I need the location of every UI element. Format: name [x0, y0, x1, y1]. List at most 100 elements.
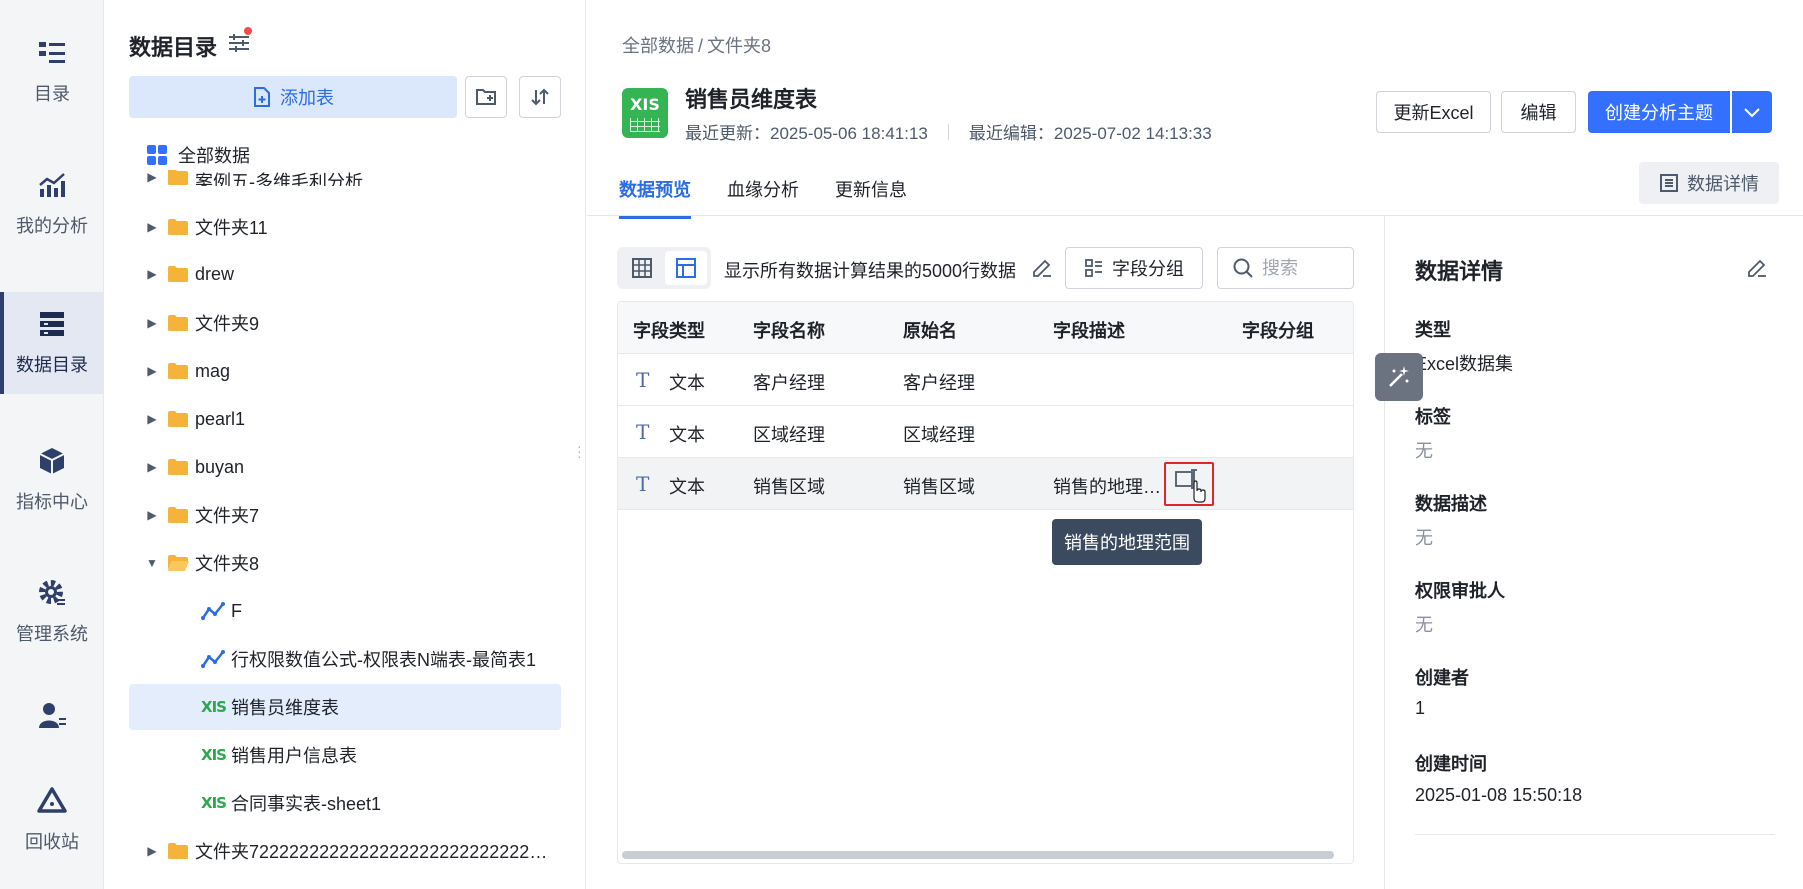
- cell-original: 区域经理: [903, 425, 975, 445]
- data-details-button[interactable]: 数据详情: [1639, 162, 1779, 204]
- tree-root-all-data[interactable]: 全部数据: [146, 142, 250, 168]
- tree-analysis-item[interactable]: F: [129, 588, 561, 634]
- magic-wand-icon: [1389, 366, 1409, 387]
- edit-button[interactable]: 编辑: [1501, 91, 1576, 133]
- tree-row-label: 文件夹7222222222222222222222222222222: [195, 842, 555, 862]
- chart-icon: [37, 170, 67, 200]
- cell-desc[interactable]: 销售的地理…: [1053, 473, 1161, 499]
- tree-row-label: 销售用户信息表: [231, 746, 357, 766]
- ai-assistant-button[interactable]: [1375, 353, 1423, 401]
- grid-view-button[interactable]: [621, 251, 663, 285]
- field-group-button[interactable]: 字段分组: [1065, 247, 1203, 289]
- list-detail-icon: [1660, 174, 1678, 192]
- text-cursor-icon: [1175, 469, 1206, 503]
- nav-item-data-catalog[interactable]: 数据目录: [0, 292, 104, 394]
- nav-item-metric-center[interactable]: 指标中心: [0, 430, 104, 530]
- row-count-info: 显示所有数据计算结果的5000行数据: [724, 261, 1017, 281]
- tree-folder-item[interactable]: ▶ 文件夹7: [129, 492, 561, 538]
- nav-item-my-analysis[interactable]: 我的分析: [0, 154, 104, 254]
- detail-value-type: Excel数据集: [1415, 354, 1514, 374]
- column-header[interactable]: 原始名: [903, 317, 957, 343]
- panel-resize-handle[interactable]: · · ·: [577, 439, 582, 463]
- tree-folder-item[interactable]: ▶ 文件夹9: [129, 300, 561, 346]
- nav-label: 我的分析: [16, 216, 88, 236]
- tab-lineage[interactable]: 血缘分析: [727, 176, 799, 216]
- tree-excel-item-selected[interactable]: XIS 销售员维度表: [129, 684, 561, 730]
- data-details-label: 数据详情: [1687, 174, 1759, 194]
- add-table-button[interactable]: 添加表: [129, 76, 457, 118]
- field-group-label: 字段分组: [1112, 259, 1184, 279]
- update-excel-button[interactable]: 更新Excel: [1376, 91, 1491, 133]
- detail-label-type: 类型: [1415, 320, 1451, 340]
- main-content: 全部数据 / 文件夹8 XIS 销售员维度表 最近更新：2025-05-06 18:…: [587, 0, 1803, 889]
- tree-root-label: 全部数据: [178, 146, 250, 166]
- field-group-icon: [1085, 259, 1102, 277]
- gear-icon: [37, 578, 67, 608]
- column-header[interactable]: 字段描述: [1053, 317, 1125, 343]
- table-row[interactable]: T 文本 客户经理 客户经理: [618, 354, 1353, 406]
- tree-folder-item[interactable]: ▶ buyan: [129, 444, 561, 490]
- caret-down-icon: ▼: [146, 556, 158, 570]
- tree-folder-item[interactable]: ▶ mag: [129, 348, 561, 394]
- tree-folder-item[interactable]: ▶ drew: [129, 251, 561, 297]
- cell-name: 区域经理: [753, 425, 825, 445]
- tree-folder-item[interactable]: ▶ 文件夹11: [129, 204, 561, 250]
- column-header[interactable]: 字段类型: [633, 317, 705, 343]
- detail-label-tags: 标签: [1415, 407, 1451, 427]
- tree-row-label: 合同事实表-sheet1: [231, 794, 382, 814]
- nav-item-admin[interactable]: 管理系统: [0, 562, 104, 662]
- folder-icon: [168, 507, 188, 523]
- nav-item-recycle[interactable]: 回收站: [0, 770, 104, 870]
- edit-pencil-icon[interactable]: [1745, 256, 1769, 280]
- folder-icon: [168, 411, 188, 427]
- caret-right-icon: ▶: [147, 267, 157, 281]
- folder-icon: [168, 843, 188, 859]
- cell-type: 文本: [669, 373, 705, 393]
- panel-title: 数据目录: [129, 35, 218, 60]
- tree-row-label: 文件夹8: [195, 554, 260, 574]
- create-analysis-dropdown[interactable]: [1732, 91, 1772, 133]
- tree-folder-item[interactable]: ▶ 文件夹7222222222222222222222222222222: [129, 828, 561, 874]
- folder-icon: [168, 219, 188, 235]
- details-title: 数据详情: [1415, 259, 1504, 284]
- folder-icon: [168, 170, 188, 185]
- nav-item-catalog[interactable]: 目录: [0, 22, 104, 122]
- description-tooltip: 销售的地理范围: [1052, 519, 1202, 565]
- edit-description-button[interactable]: [1164, 462, 1214, 506]
- tree-row-label: 案例五-多维毛利分析: [195, 172, 363, 186]
- table-row[interactable]: T 文本 区域经理 区域经理: [618, 406, 1353, 458]
- list-icon: [37, 38, 67, 68]
- line-chart-icon: [201, 650, 225, 668]
- grid-icon: [147, 145, 167, 165]
- column-header[interactable]: 字段名称: [753, 317, 825, 343]
- detail-label-approver: 权限审批人: [1415, 581, 1505, 601]
- horizontal-scrollbar[interactable]: [622, 851, 1334, 859]
- left-nav: 目录 我的分析 数据目录 指标中心 管理系统 回收站: [0, 0, 104, 889]
- tab-data-preview[interactable]: 数据预览: [619, 176, 691, 219]
- field-view-button[interactable]: [665, 251, 707, 285]
- tree-row-partial[interactable]: ▶ 案例五-多维毛利分析: [129, 170, 561, 186]
- divider: [1415, 834, 1775, 835]
- new-folder-button[interactable]: [465, 76, 507, 118]
- breadcrumb-current[interactable]: 文件夹8: [707, 36, 771, 56]
- edit-pencil-icon[interactable]: [1030, 256, 1054, 280]
- breadcrumb-root[interactable]: 全部数据: [622, 36, 694, 56]
- table-row[interactable]: T 文本 销售区域 销售区域 销售的地理…: [618, 458, 1353, 510]
- search-box: [1217, 247, 1354, 289]
- tree-folder-item-open[interactable]: ▼ 文件夹8: [129, 540, 561, 586]
- create-analysis-button[interactable]: 创建分析主题: [1588, 91, 1730, 133]
- nav-item-user[interactable]: [0, 692, 104, 752]
- caret-right-icon: ▶: [147, 844, 157, 858]
- excel-icon: XIS: [201, 746, 227, 764]
- tree-analysis-item[interactable]: 行权限数值公式-权限表N端表-最简表1: [129, 636, 561, 682]
- tree-folder-item[interactable]: ▶ pearl1: [129, 396, 561, 442]
- tree-excel-item[interactable]: XIS 销售用户信息表: [129, 732, 561, 778]
- caret-right-icon: ▶: [147, 220, 157, 234]
- search-input[interactable]: [1262, 257, 1342, 279]
- catalog-tree-panel: 数据目录 添加表 全部数据 ▶ 案例五-多维毛利分析 ▶ 文件夹11 ▶ dre…: [104, 0, 586, 889]
- sort-button[interactable]: [519, 76, 561, 118]
- column-header[interactable]: 字段分组: [1242, 317, 1314, 343]
- tree-excel-item[interactable]: XIS 合同事实表-sheet1: [129, 780, 561, 826]
- user-icon: [37, 700, 67, 730]
- tab-update-info[interactable]: 更新信息: [835, 176, 907, 216]
